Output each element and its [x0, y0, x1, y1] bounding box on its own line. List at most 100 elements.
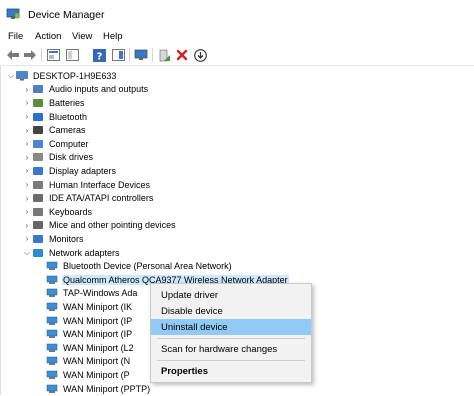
bluetooth-icon: [32, 112, 44, 122]
context-properties[interactable]: Properties: [151, 363, 311, 379]
category-label: Keyboards: [49, 206, 93, 217]
computer-icon: [16, 70, 28, 81]
menu-view[interactable]: View: [72, 31, 92, 42]
category-row[interactable]: › Monitors: [22, 232, 85, 246]
tree-root[interactable]: ⌵ DESKTOP-1H9E633: [6, 69, 117, 83]
network-adapter-label: Bluetooth Device (Personal Area Network): [63, 261, 232, 272]
hid-icon: [32, 180, 44, 190]
display-icon: [32, 166, 44, 176]
forward-arrow-icon[interactable]: [23, 48, 37, 62]
chevron-right-icon[interactable]: ›: [22, 126, 32, 135]
category-row[interactable]: › Audio inputs and outputs: [22, 83, 149, 97]
network-adapter-row[interactable]: WAN Miniport (L2: [46, 341, 135, 355]
chevron-right-icon[interactable]: ›: [22, 221, 32, 230]
network-adapter-row[interactable]: Bluetooth Device (Personal Area Network): [46, 259, 233, 273]
network-adapter-icon: [46, 356, 58, 366]
network-adapter-row[interactable]: WAN Miniport (P: [46, 368, 131, 382]
category-label: Human Interface Devices: [49, 179, 151, 190]
network-adapter-label: WAN Miniport (IK: [63, 301, 133, 312]
category-label: Display adapters: [49, 165, 117, 176]
network-adapter-icon: [46, 384, 58, 394]
menu-file[interactable]: File: [8, 31, 23, 42]
action-pane-icon[interactable]: [111, 48, 125, 62]
speaker-icon: [32, 84, 44, 94]
back-arrow-icon[interactable]: [6, 48, 20, 62]
toolbar: ?: [0, 45, 474, 66]
context-disable-device[interactable]: Disable device: [151, 303, 311, 319]
network-adapter-icon: [46, 343, 58, 353]
root-label: DESKTOP-1H9E633: [33, 70, 117, 81]
network-adapter-row[interactable]: WAN Miniport (IP: [46, 327, 133, 341]
network-adapter-label: WAN Miniport (N: [63, 356, 131, 367]
title-bar: Device Manager: [0, 0, 474, 31]
category-label: Computer: [49, 138, 89, 149]
menu-action[interactable]: Action: [35, 31, 61, 42]
network-icon: [32, 248, 44, 258]
chevron-right-icon[interactable]: ›: [22, 153, 32, 162]
category-row[interactable]: ⌵ Network adapters: [22, 246, 121, 260]
category-label: Bluetooth: [49, 111, 88, 122]
chevron-down-icon[interactable]: ⌵: [6, 71, 16, 81]
monitor-icon: [32, 234, 44, 244]
chevron-right-icon[interactable]: ›: [22, 234, 32, 243]
chevron-right-icon[interactable]: ›: [22, 194, 32, 203]
chevron-right-icon[interactable]: ›: [22, 207, 32, 216]
network-adapter-icon: [46, 316, 58, 326]
network-adapter-row[interactable]: WAN Miniport (N: [46, 355, 131, 369]
chevron-right-icon[interactable]: ›: [22, 180, 32, 189]
category-label: Batteries: [49, 97, 85, 108]
category-row[interactable]: › Display adapters: [22, 164, 117, 178]
network-adapter-label: WAN Miniport (IP: [63, 329, 133, 340]
update-driver-icon[interactable]: [157, 48, 171, 62]
category-row[interactable]: › Human Interface Devices: [22, 178, 151, 192]
device-manager-icon: [6, 8, 20, 19]
network-adapter-row[interactable]: WAN Miniport (PPTP): [46, 382, 151, 396]
category-row[interactable]: › Cameras: [22, 123, 87, 137]
context-uninstall-device[interactable]: Uninstall device: [151, 319, 311, 335]
category-row[interactable]: › Bluetooth: [22, 110, 88, 124]
chevron-right-icon[interactable]: ›: [22, 98, 32, 107]
window-title: Device Manager: [28, 9, 105, 21]
network-adapter-label: WAN Miniport (PPTP): [63, 383, 151, 394]
svg-text:?: ?: [96, 51, 102, 62]
context-update-driver[interactable]: Update driver: [151, 287, 311, 303]
network-adapter-icon: [46, 261, 58, 271]
battery-icon: [32, 98, 44, 108]
properties-icon[interactable]: [46, 48, 60, 62]
category-row[interactable]: › Disk drives: [22, 151, 94, 165]
context-menu: Update driver Disable device Uninstall d…: [150, 283, 312, 383]
category-row[interactable]: › Batteries: [22, 96, 86, 110]
menu-help[interactable]: Help: [103, 31, 123, 42]
chevron-right-icon[interactable]: ›: [22, 166, 32, 175]
network-adapter-row[interactable]: TAP-Windows Ada: [46, 287, 138, 301]
ide-icon: [32, 193, 44, 203]
network-adapter-row[interactable]: WAN Miniport (IK: [46, 300, 133, 314]
uninstall-x-icon[interactable]: [175, 48, 189, 62]
chevron-right-icon[interactable]: ›: [22, 112, 32, 121]
network-adapter-label: WAN Miniport (L2: [63, 342, 134, 353]
category-label: Monitors: [49, 233, 84, 244]
context-scan-hardware[interactable]: Scan for hardware changes: [151, 341, 311, 357]
category-label: Cameras: [49, 125, 86, 136]
network-adapter-label: TAP-Windows Ada: [63, 288, 138, 299]
network-adapter-row[interactable]: WAN Miniport (IP: [46, 314, 133, 328]
monitor-icon[interactable]: [134, 48, 148, 62]
category-label: Disk drives: [49, 152, 94, 163]
help-icon[interactable]: ?: [92, 48, 106, 62]
category-row[interactable]: › Computer: [22, 137, 90, 151]
category-label: Mice and other pointing devices: [49, 220, 176, 231]
category-label: Network adapters: [49, 247, 120, 258]
network-adapter-icon: [46, 288, 58, 298]
chevron-right-icon[interactable]: ›: [22, 139, 32, 148]
show-hide-console-icon[interactable]: [65, 48, 79, 62]
download-icon[interactable]: [193, 48, 207, 62]
chevron-right-icon[interactable]: ›: [22, 85, 32, 94]
network-adapter-icon: [46, 329, 58, 339]
chevron-down-icon[interactable]: ⌵: [22, 248, 32, 258]
category-row[interactable]: › Keyboards: [22, 205, 93, 219]
category-row[interactable]: › IDE ATA/ATAPI controllers: [22, 191, 154, 205]
computer-icon: [32, 139, 44, 149]
category-row[interactable]: › Mice and other pointing devices: [22, 219, 177, 233]
mouse-icon: [32, 220, 44, 230]
network-adapter-icon: [46, 302, 58, 312]
